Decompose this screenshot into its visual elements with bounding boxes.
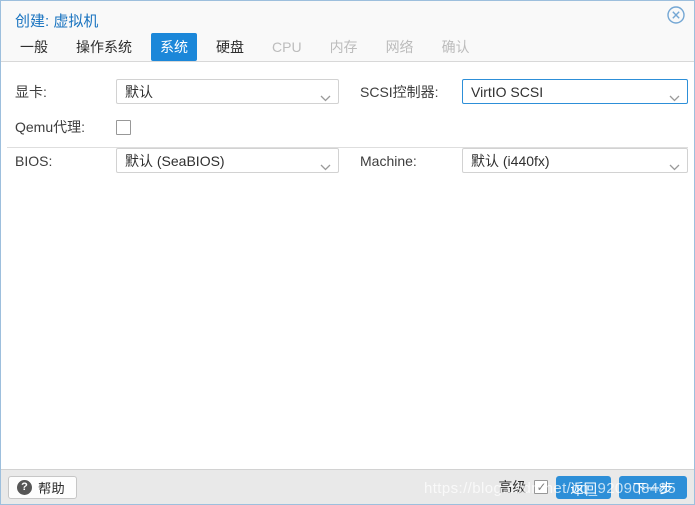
tab-cpu: CPU — [272, 39, 302, 55]
scsi-controller-label: SCSI控制器: — [360, 83, 439, 100]
back-button[interactable]: 返回 — [556, 475, 612, 499]
close-icon[interactable] — [667, 6, 685, 24]
advanced-label: 高级 — [498, 479, 527, 495]
help-button-label: 帮助 — [38, 480, 65, 496]
dialog-footer: ? 帮助 高级 ✓ 返回 下一步 https://blog.csdn.net/q… — [1, 469, 694, 504]
scsi-controller-select[interactable]: VirtIO SCSI — [462, 79, 688, 104]
gpu-select-value: 默认 — [125, 83, 153, 100]
chevron-down-icon — [320, 158, 331, 171]
qemu-agent-label: Qemu代理: — [15, 119, 86, 135]
tab-network: 网络 — [385, 39, 414, 55]
chevron-down-icon — [669, 158, 680, 171]
next-button[interactable]: 下一步 — [619, 475, 687, 499]
gpu-label: 显卡: — [15, 83, 47, 100]
gpu-select[interactable]: 默认 — [116, 79, 339, 104]
dialog-header: 创建: 虚拟机 一般 操作系统 系统 硬盘 CPU 内存 网络 确认 — [1, 1, 694, 62]
help-button[interactable]: ? 帮助 — [8, 475, 77, 499]
system-form: 显卡: 默认 SCSI控制器: VirtIO SCSI Qemu代理: BIOS… — [1, 62, 694, 469]
bios-label: BIOS: — [15, 152, 53, 169]
dialog-title: 创建: 虚拟机 — [15, 13, 99, 30]
chevron-down-icon — [320, 89, 331, 102]
machine-label: Machine: — [360, 152, 417, 169]
machine-select-value: 默认 (i440fx) — [471, 152, 550, 169]
advanced-checkbox[interactable]: ✓ — [534, 480, 549, 494]
bios-select-value: 默认 (SeaBIOS) — [125, 152, 225, 169]
tab-confirm: 确认 — [441, 39, 470, 55]
tab-disk[interactable]: 硬盘 — [207, 33, 253, 61]
help-icon: ? — [17, 479, 32, 495]
titlebar: 创建: 虚拟机 — [1, 1, 694, 33]
tab-memory: 内存 — [329, 39, 358, 55]
tab-os[interactable]: 操作系统 — [67, 33, 141, 61]
create-vm-dialog: 创建: 虚拟机 一般 操作系统 系统 硬盘 CPU 内存 网络 确认 显卡: 默… — [0, 0, 695, 505]
bios-select[interactable]: 默认 (SeaBIOS) — [116, 148, 339, 173]
tab-system[interactable]: 系统 — [151, 33, 197, 61]
qemu-agent-checkbox[interactable] — [116, 119, 131, 135]
chevron-down-icon — [669, 89, 680, 102]
tab-general[interactable]: 一般 — [11, 33, 57, 61]
tab-bar: 一般 操作系统 系统 硬盘 CPU 内存 网络 确认 — [1, 33, 694, 62]
machine-select[interactable]: 默认 (i440fx) — [462, 148, 688, 173]
check-icon: ✓ — [536, 480, 547, 494]
scsi-controller-value: VirtIO SCSI — [471, 83, 544, 100]
